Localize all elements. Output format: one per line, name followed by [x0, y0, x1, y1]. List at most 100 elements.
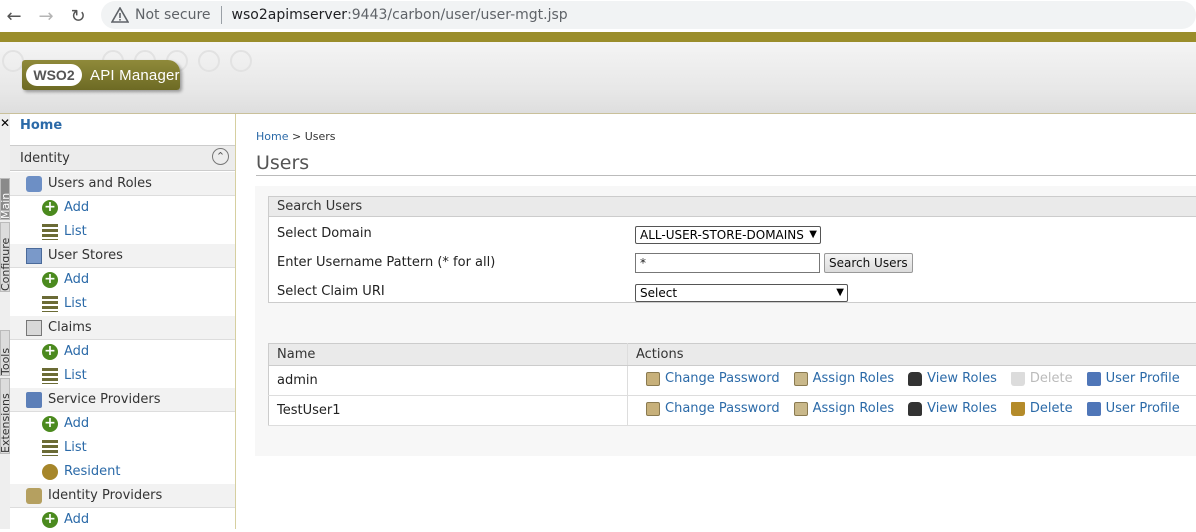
- view-roles-link-label: View Roles: [927, 371, 997, 386]
- sidebar-item-label: Add: [64, 416, 89, 431]
- reload-icon[interactable]: ↻: [65, 3, 91, 29]
- back-arrow-icon[interactable]: ←: [1, 3, 27, 29]
- sidebar-item-label: Add: [64, 344, 89, 359]
- sidebar-item-list[interactable]: List: [10, 364, 235, 388]
- sidebar-item-add[interactable]: + Add: [10, 508, 235, 532]
- change-password-link[interactable]: Change Password: [646, 371, 780, 386]
- claim-select[interactable]: Select ▼: [635, 284, 848, 302]
- url-path: :9443/carbon/user/user-mgt.jsp: [347, 7, 568, 23]
- breadcrumb: Home > Users: [256, 130, 336, 143]
- change-password-icon: [646, 402, 660, 416]
- collapse-menu-icon[interactable]: ✕: [0, 116, 10, 130]
- list-icon: [42, 224, 58, 240]
- gear-icon: [2, 50, 24, 72]
- sidebar-item-list[interactable]: List: [10, 292, 235, 316]
- sidebar-item-add[interactable]: +Add: [10, 340, 235, 364]
- sidebar-item-list[interactable]: List: [10, 220, 235, 244]
- sidebar-item-add[interactable]: + Add: [10, 196, 235, 220]
- sidebar-item-label: List: [64, 224, 87, 239]
- add-icon: +: [42, 512, 58, 528]
- list-icon: [42, 368, 58, 384]
- sidebar-item-identity-providers[interactable]: Identity Providers: [10, 484, 235, 508]
- user-profile-icon: [1087, 402, 1101, 416]
- browser-toolbar: ← → ↻ Not secure wso2apimserver:9443/car…: [0, 0, 1196, 32]
- product-name: API Manager: [90, 67, 180, 84]
- sidebar-item-label: Add: [64, 512, 89, 527]
- forward-arrow-icon[interactable]: →: [33, 3, 59, 29]
- view-roles-link[interactable]: View Roles: [908, 371, 997, 386]
- identity-providers-icon: [26, 488, 42, 504]
- binoculars-icon: [908, 402, 922, 416]
- warning-icon: [111, 7, 129, 23]
- sidebar-item-service-providers[interactable]: Service Providers: [10, 388, 235, 412]
- list-icon: [42, 296, 58, 312]
- assign-roles-icon: [794, 402, 808, 416]
- username-pattern-input[interactable]: *: [635, 253, 820, 273]
- user-profile-icon: [1087, 372, 1101, 386]
- table-header-row: Name Actions: [269, 344, 1196, 366]
- column-header-actions: Actions: [628, 344, 1196, 366]
- change-password-link[interactable]: Change Password: [646, 401, 780, 416]
- tab-tools[interactable]: Tools: [0, 330, 10, 376]
- pattern-label: Enter Username Pattern (* for all): [277, 255, 495, 270]
- delete-link-label: Delete: [1030, 401, 1073, 416]
- trash-icon: [1011, 402, 1025, 416]
- user-profile-link-label: User Profile: [1106, 401, 1180, 416]
- sidebar-item-user-stores[interactable]: User Stores: [10, 244, 235, 268]
- view-roles-link-label: View Roles: [927, 401, 997, 416]
- tab-extensions[interactable]: Extensions: [0, 378, 10, 454]
- security-label[interactable]: Not secure: [135, 7, 211, 23]
- sidebar: Home Identity ⌃ Users and Roles + Add List U…: [10, 114, 236, 529]
- assign-roles-icon: [794, 372, 808, 386]
- sidebar-item-add[interactable]: + Add: [10, 412, 235, 436]
- search-panel-heading: Search Users: [269, 197, 1196, 217]
- sidebar-item-resident[interactable]: Resident: [10, 460, 235, 484]
- user-profile-link[interactable]: User Profile: [1087, 371, 1180, 386]
- chevron-up-icon[interactable]: ⌃: [212, 148, 229, 165]
- gear-icon: [198, 50, 220, 72]
- add-icon: +: [42, 416, 58, 432]
- sidebar-home-link[interactable]: Home: [20, 118, 62, 133]
- page-title: Users: [256, 152, 309, 174]
- search-users-panel: Search Users Select Domain ALL-USER-STOR…: [268, 196, 1196, 303]
- delete-link[interactable]: Delete: [1011, 401, 1073, 416]
- chevron-down-icon: ▼: [836, 285, 844, 301]
- change-password-icon: [646, 372, 660, 386]
- assign-roles-link[interactable]: Assign Roles: [794, 401, 894, 416]
- search-users-button[interactable]: Search Users: [824, 253, 913, 273]
- domain-select-value: ALL-USER-STORE-DOMAINS: [640, 228, 804, 242]
- user-profile-link-label: User Profile: [1106, 371, 1180, 386]
- sidebar-section-identity[interactable]: Identity ⌃: [10, 145, 235, 171]
- sidebar-item-label: Add: [64, 200, 89, 215]
- tab-configure[interactable]: Configure: [0, 222, 10, 292]
- change-password-link-label: Change Password: [665, 401, 780, 416]
- sidebar-item-label: Users and Roles: [48, 176, 152, 191]
- sidebar-item-label: Claims: [48, 320, 92, 335]
- app-header: WSO2 API Manager: [0, 42, 1196, 114]
- sidebar-item-add[interactable]: +Add: [10, 268, 235, 292]
- breadcrumb-home[interactable]: Home: [256, 130, 288, 143]
- users-roles-icon: [26, 176, 42, 192]
- sidebar-item-users-and-roles[interactable]: Users and Roles: [10, 172, 235, 196]
- tab-main[interactable]: Main: [0, 178, 10, 220]
- wso2-logo[interactable]: WSO2 API Manager: [22, 60, 180, 90]
- domain-label: Select Domain: [277, 226, 372, 241]
- sidebar-item-claims[interactable]: Claims: [10, 316, 235, 340]
- delete-link: Delete: [1011, 371, 1073, 386]
- assign-roles-link-label: Assign Roles: [813, 401, 894, 416]
- user-profile-link[interactable]: User Profile: [1087, 401, 1180, 416]
- sidebar-item-label: Service Providers: [48, 392, 160, 407]
- trash-icon: [1011, 372, 1025, 386]
- add-icon: +: [42, 200, 58, 216]
- assign-roles-link-label: Assign Roles: [813, 371, 894, 386]
- binoculars-icon: [908, 372, 922, 386]
- domain-select[interactable]: ALL-USER-STORE-DOMAINS ▼: [635, 226, 821, 244]
- breadcrumb-separator: >: [288, 130, 304, 143]
- user-name-cell: TestUser1: [269, 396, 628, 426]
- view-roles-link[interactable]: View Roles: [908, 401, 997, 416]
- assign-roles-link[interactable]: Assign Roles: [794, 371, 894, 386]
- address-bar[interactable]: Not secure wso2apimserver:9443/carbon/us…: [101, 1, 1196, 29]
- url-host: wso2apimserver: [232, 7, 348, 23]
- sidebar-item-list[interactable]: List: [10, 436, 235, 460]
- service-providers-icon: [26, 392, 42, 408]
